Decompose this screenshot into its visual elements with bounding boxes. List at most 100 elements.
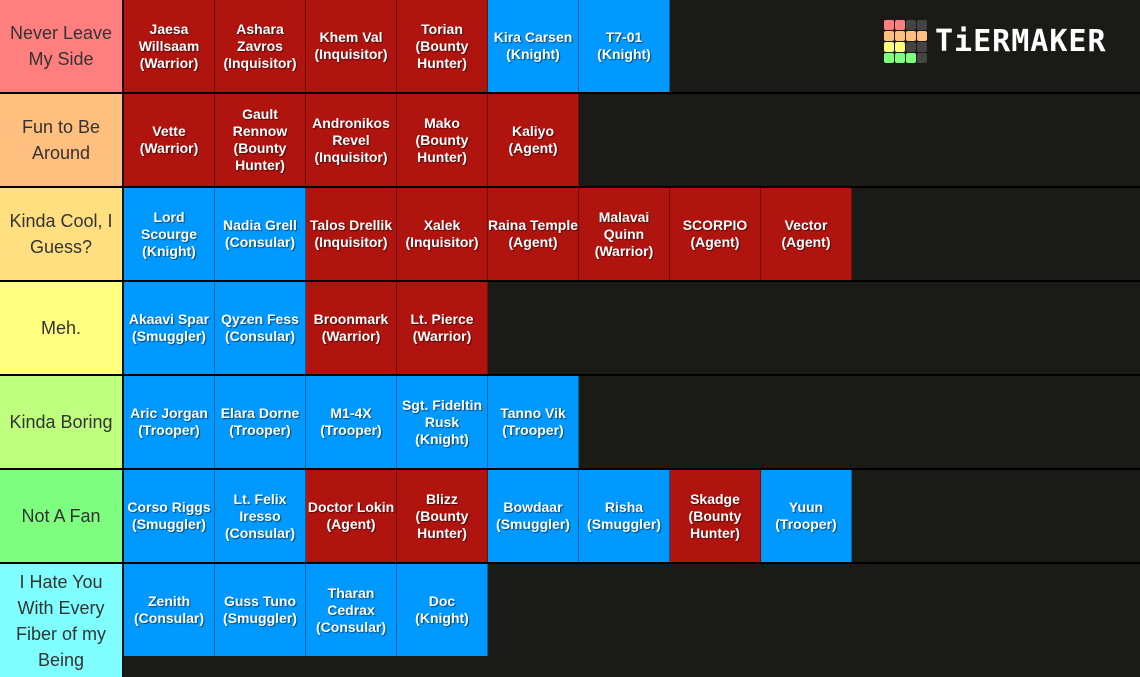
companion-card[interactable]: SCORPIO (Agent)	[670, 188, 761, 280]
companion-card[interactable]: Khem Val (Inquisitor)	[306, 0, 397, 92]
companion-name: Kira Carsen (Knight)	[493, 29, 573, 62]
companion-card[interactable]: Broonmark (Warrior)	[306, 282, 397, 374]
companion-name: Elara Dorne (Trooper)	[220, 405, 300, 438]
companion-name: Talos Drellik (Inquisitor)	[309, 217, 393, 250]
companion-card[interactable]: Aric Jorgan (Trooper)	[124, 376, 215, 468]
tier-items: Aric Jorgan (Trooper) Elara Dorne (Troope…	[124, 376, 579, 468]
logo-cell	[895, 20, 905, 30]
logo-cell	[884, 42, 894, 52]
companion-card[interactable]: Vette (Warrior)	[124, 94, 215, 186]
companion-name: Lt. Felix Iresso (Consular)	[225, 490, 295, 541]
companion-card[interactable]: Lord Scourge (Knight)	[124, 188, 215, 280]
logo-cell	[884, 53, 894, 63]
tier-items: Corso Riggs (Smuggler) Lt. Felix Iresso (…	[124, 470, 852, 562]
companion-name: Akaavi Spar (Smuggler)	[128, 311, 210, 344]
logo-cell	[917, 42, 927, 52]
companion-name: Mako (Bounty Hunter)	[415, 114, 469, 165]
companion-card[interactable]: Andronikos Revel (Inquisitor)	[306, 94, 397, 186]
companion-card[interactable]: Tanno Vik (Trooper)	[488, 376, 579, 468]
tier-items: Zenith (Consular) Guss Tuno (Smuggler) Tha…	[124, 564, 488, 677]
companion-card[interactable]: Nadia Grell (Consular)	[215, 188, 306, 280]
companion-card[interactable]: Raina Temple (Agent)	[488, 188, 579, 280]
companion-card[interactable]: Lt. Pierce (Warrior)	[397, 282, 488, 374]
companion-name: Risha (Smuggler)	[587, 499, 661, 532]
companion-card[interactable]: Kira Carsen (Knight)	[488, 0, 579, 92]
companion-name: Blizz (Bounty Hunter)	[415, 490, 469, 541]
companion-card[interactable]: Mako (Bounty Hunter)	[397, 94, 488, 186]
tier-row: Kinda Cool, I Guess? Lord Scourge (Knight…	[0, 188, 1140, 282]
companion-name: Malavai Quinn (Warrior)	[594, 208, 654, 259]
tier-items: Jaesa Willsaam (Warrior) Ashara Zavros (I…	[124, 0, 670, 92]
tier-row: Fun to Be Around Vette (Warrior) Gault Ren…	[0, 94, 1140, 188]
tier-label[interactable]: Never Leave My Side	[0, 0, 124, 92]
tiermaker-logo[interactable]: TiERMAKER	[884, 20, 1107, 63]
companion-card[interactable]: Jaesa Willsaam (Warrior)	[124, 0, 215, 92]
tier-label[interactable]: Kinda Cool, I Guess?	[0, 188, 124, 280]
companion-card[interactable]: Qyzen Fess (Consular)	[215, 282, 306, 374]
companion-card[interactable]: Bowdaar (Smuggler)	[488, 470, 579, 562]
companion-name: Tharan Cedrax (Consular)	[316, 584, 386, 635]
companion-name: Lord Scourge (Knight)	[140, 208, 197, 259]
companion-card[interactable]: Blizz (Bounty Hunter)	[397, 470, 488, 562]
logo-cell	[917, 31, 927, 41]
companion-card[interactable]: Doc (Knight)	[397, 564, 488, 656]
companion-name: Ashara Zavros (Inquisitor)	[223, 20, 297, 71]
companion-card[interactable]: Lt. Felix Iresso (Consular)	[215, 470, 306, 562]
companion-card[interactable]: Sgt. Fideltin Rusk (Knight)	[397, 376, 488, 468]
companion-card[interactable]: Guss Tuno (Smuggler)	[215, 564, 306, 656]
logo-cell	[917, 53, 927, 63]
companion-name: Bowdaar (Smuggler)	[496, 499, 570, 532]
companion-card[interactable]: Xalek (Inquisitor)	[397, 188, 488, 280]
companion-name: Torian (Bounty Hunter)	[415, 20, 469, 71]
companion-card[interactable]: Malavai Quinn (Warrior)	[579, 188, 670, 280]
companion-card[interactable]: Skadge (Bounty Hunter)	[670, 470, 761, 562]
companion-name: Corso Riggs (Smuggler)	[127, 499, 211, 532]
companion-name: Lt. Pierce (Warrior)	[410, 311, 474, 344]
tier-items: Lord Scourge (Knight) Nadia Grell (Consul…	[124, 188, 852, 280]
companion-card[interactable]: Tharan Cedrax (Consular)	[306, 564, 397, 656]
companion-name: Broonmark (Warrior)	[313, 311, 389, 344]
companion-name: Skadge (Bounty Hunter)	[688, 490, 742, 541]
companion-name: Xalek (Inquisitor)	[405, 217, 479, 250]
companion-card[interactable]: Doctor Lokin (Agent)	[306, 470, 397, 562]
tier-label[interactable]: Kinda Boring	[0, 376, 124, 468]
tier-label[interactable]: Meh.	[0, 282, 124, 374]
companion-name: M1-4X (Trooper)	[320, 405, 382, 438]
logo-cell	[895, 31, 905, 41]
tier-items: Akaavi Spar (Smuggler) Qyzen Fess (Consul…	[124, 282, 488, 374]
tier-row: Kinda Boring Aric Jorgan (Trooper) Elara D…	[0, 376, 1140, 470]
companion-card[interactable]: M1-4X (Trooper)	[306, 376, 397, 468]
logo-text: TiERMAKER	[935, 23, 1107, 59]
companion-card[interactable]: Gault Rennow (Bounty Hunter)	[215, 94, 306, 186]
companion-card[interactable]: Yuun (Trooper)	[761, 470, 852, 562]
logo-cell	[906, 31, 916, 41]
companion-name: T7-01 (Knight)	[597, 29, 651, 62]
tier-list: Never Leave My Side Jaesa Willsaam (Warri…	[0, 0, 1140, 677]
companion-card[interactable]: Vector (Agent)	[761, 188, 852, 280]
companion-card[interactable]: Talos Drellik (Inquisitor)	[306, 188, 397, 280]
logo-cell	[895, 53, 905, 63]
companion-name: Kaliyo (Agent)	[508, 123, 558, 156]
logo-cell	[884, 20, 894, 30]
companion-name: Doc (Knight)	[415, 593, 469, 626]
companion-card[interactable]: Corso Riggs (Smuggler)	[124, 470, 215, 562]
companion-name: Aric Jorgan (Trooper)	[130, 405, 208, 438]
companion-card[interactable]: Kaliyo (Agent)	[488, 94, 579, 186]
companion-card[interactable]: Elara Dorne (Trooper)	[215, 376, 306, 468]
companion-card[interactable]: T7-01 (Knight)	[579, 0, 670, 92]
companion-name: Tanno Vik (Trooper)	[500, 405, 566, 438]
tier-label[interactable]: Not A Fan	[0, 470, 124, 562]
companion-card[interactable]: Akaavi Spar (Smuggler)	[124, 282, 215, 374]
tier-label[interactable]: Fun to Be Around	[0, 94, 124, 186]
companion-card[interactable]: Risha (Smuggler)	[579, 470, 670, 562]
companion-card[interactable]: Torian (Bounty Hunter)	[397, 0, 488, 92]
logo-cell	[906, 20, 916, 30]
companion-name: Raina Temple (Agent)	[488, 217, 578, 250]
companion-card[interactable]: Zenith (Consular)	[124, 564, 215, 656]
tier-row: Meh. Akaavi Spar (Smuggler) Qyzen Fess (Co…	[0, 282, 1140, 376]
tier-row: I Hate You With Every Fiber of my Being Z…	[0, 564, 1140, 677]
companion-card[interactable]: Ashara Zavros (Inquisitor)	[215, 0, 306, 92]
companion-name: Yuun (Trooper)	[775, 499, 837, 532]
companion-name: Andronikos Revel (Inquisitor)	[312, 114, 390, 165]
tier-label[interactable]: I Hate You With Every Fiber of my Being	[0, 564, 124, 677]
